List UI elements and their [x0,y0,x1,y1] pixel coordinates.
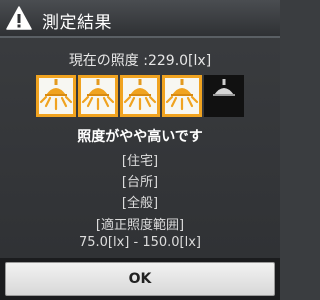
ok-button[interactable]: OK [5,262,275,296]
lamp-on-icon [162,75,202,117]
proper-range-value: 75.0[lx] - 150.0[lx] [78,235,201,250]
lamp-on-icon [36,75,76,117]
lux-level-indicator [36,75,244,117]
proper-range-title: [適正照度範囲] [95,218,185,233]
dialog-title: 測定結果 [42,13,112,33]
place-item-kitchen: [台所] [121,175,159,190]
warning-icon [6,6,32,30]
dialog-titlebar: 測定結果 [0,0,280,38]
verdict-text: 照度がやや高いです [77,129,203,145]
current-lux-text: 現在の照度 :229.0[lx] [68,53,212,69]
place-item-general: [全般] [121,196,159,211]
button-bar: OK [0,258,280,300]
place-list: [住宅] [台所] [全般] [0,151,280,214]
lamp-on-icon [78,75,118,117]
measurement-result-dialog: 測定結果 現在の照度 :229.0[lx] 照度がやや高いです [住宅] [台所… [0,0,280,300]
lamp-off-icon [204,75,244,117]
lamp-on-icon [120,75,160,117]
place-item-home: [住宅] [121,154,159,169]
